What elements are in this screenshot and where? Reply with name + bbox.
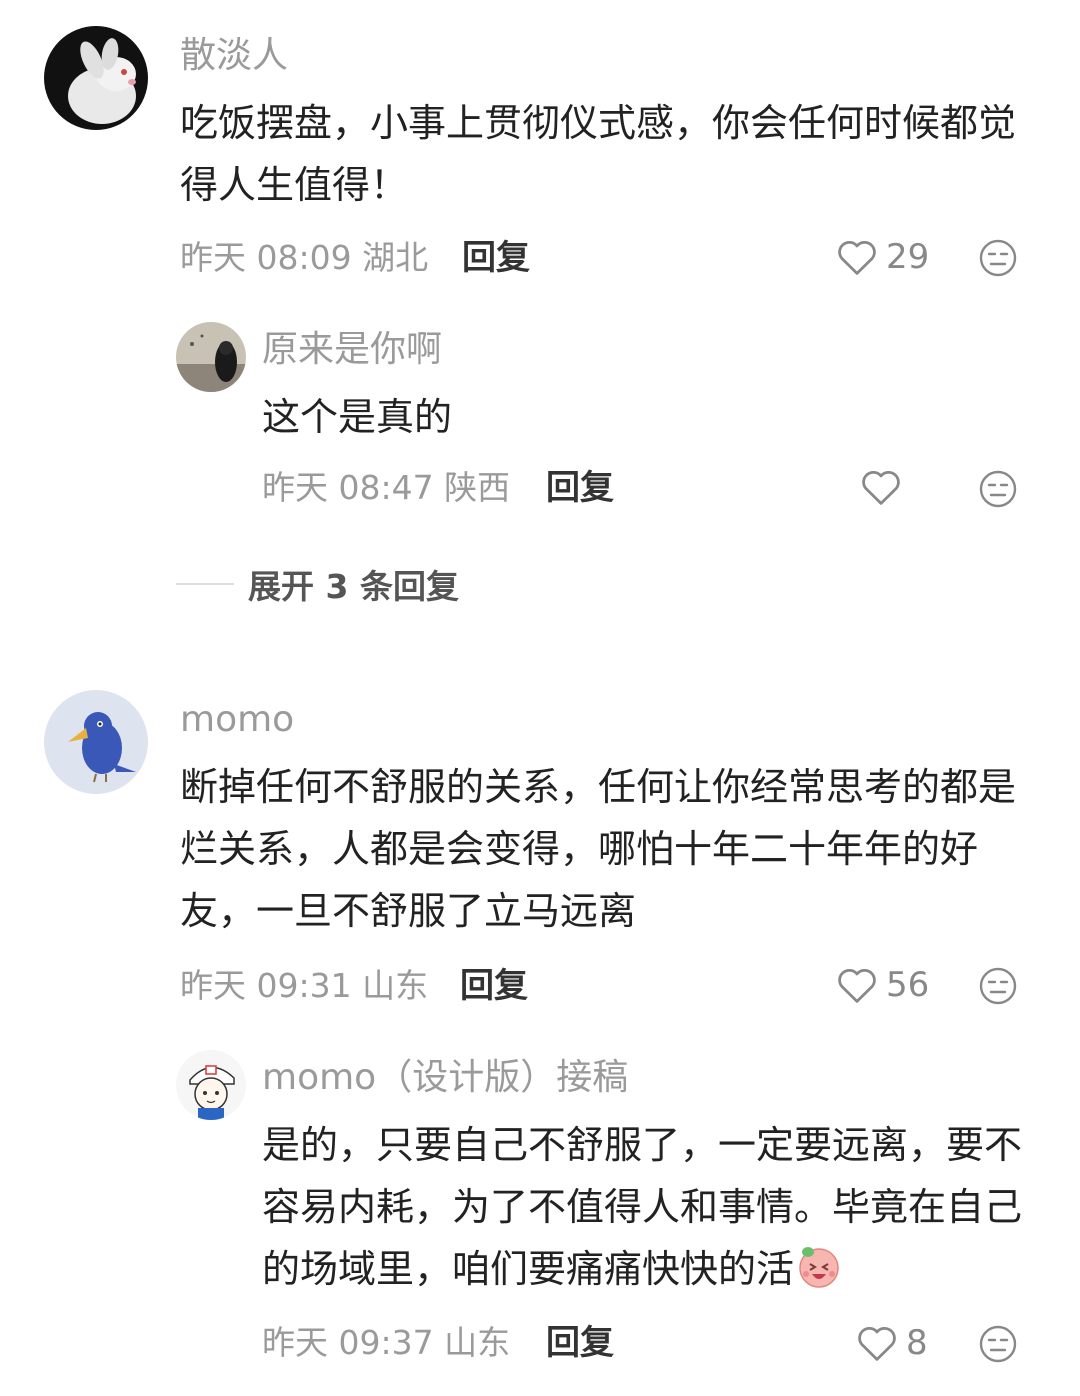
like-button[interactable]	[860, 468, 910, 506]
laughing-pig-emoji	[796, 1244, 842, 1290]
cartoon-boy-cap-avatar	[176, 1050, 246, 1120]
heart-icon	[862, 471, 900, 505]
like-count: 29	[886, 237, 930, 277]
comment-text: 吃饭摆盘，小事上贯彻仪式感，你会任何时候都觉得人生值得！	[180, 101, 1017, 207]
heart-icon	[838, 241, 876, 275]
heart-icon	[858, 1327, 896, 1361]
reply-time-location: 昨天 08:47 陕西	[262, 468, 511, 507]
girl-seaside-avatar	[176, 322, 246, 392]
meh-face-icon	[979, 470, 1017, 508]
meh-face-icon	[979, 239, 1017, 277]
comment-time-location: 昨天 08:09 湖北	[180, 238, 429, 277]
divider	[176, 583, 234, 585]
expand-replies-label: 展开 3 条回复	[248, 567, 459, 606]
meh-face-icon	[979, 967, 1017, 1005]
comment-text: 断掉任何不舒服的关系，任何让你经常思考的都是烂关系，人都是会变得，哪怕十年二十年…	[180, 765, 1017, 933]
avatar[interactable]	[176, 1050, 246, 1120]
comment-time-location: 昨天 09:31 山东	[180, 966, 429, 1005]
expand-replies-button[interactable]: 展开 3 条回复	[176, 560, 459, 608]
avatar[interactable]	[44, 26, 148, 130]
reply-username[interactable]: momo（设计版）接稿	[262, 1056, 628, 1100]
white-rabbit-avatar	[44, 26, 148, 130]
dislike-button[interactable]	[978, 1324, 1018, 1364]
comment-username[interactable]: momo	[180, 698, 294, 742]
like-button[interactable]: 8	[856, 1323, 928, 1363]
dislike-button[interactable]	[978, 966, 1018, 1006]
reply-button[interactable]: 回复	[546, 1323, 614, 1363]
like-count: 8	[906, 1323, 928, 1363]
avatar[interactable]	[44, 690, 148, 794]
reply-button[interactable]: 回复	[462, 238, 530, 278]
reply-text: 是的，只要自己不舒服了，一定要远离，要不容易内耗，为了不值得人和事情。毕竟在自己…	[262, 1114, 1042, 1300]
reply-username[interactable]: 原来是你啊	[262, 328, 442, 372]
reply-text: 这个是真的	[262, 395, 453, 439]
avatar[interactable]	[176, 322, 246, 392]
blue-bird-avatar	[44, 690, 148, 794]
like-count: 56	[886, 965, 930, 1005]
reply-button[interactable]: 回复	[546, 468, 614, 508]
dislike-button[interactable]	[978, 469, 1018, 509]
reply-button[interactable]: 回复	[460, 966, 528, 1006]
heart-icon	[838, 969, 876, 1003]
like-button[interactable]: 29	[836, 237, 929, 277]
reply-time-location: 昨天 09:37 山东	[262, 1323, 511, 1362]
comment-username[interactable]: 散淡人	[180, 34, 288, 78]
like-button[interactable]: 56	[836, 965, 929, 1005]
meh-face-icon	[979, 1325, 1017, 1363]
reply-text-content: 是的，只要自己不舒服了，一定要远离，要不容易内耗，为了不值得人和事情。毕竟在自己…	[262, 1123, 1023, 1291]
dislike-button[interactable]	[978, 238, 1018, 278]
